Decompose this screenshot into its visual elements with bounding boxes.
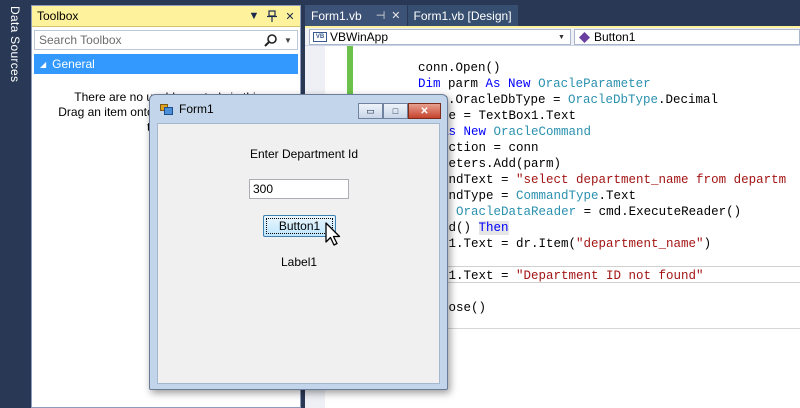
- close-button[interactable]: ✕: [408, 103, 441, 119]
- vb-project-icon: VB: [313, 32, 327, 42]
- collapse-triangle-icon[interactable]: ◢: [40, 60, 46, 69]
- mouse-pointer-icon: [325, 222, 341, 246]
- code-line: cmd As New OracleCommand: [411, 125, 592, 139]
- form1-client-area: Enter Department Id 300 Button1 Label1: [157, 123, 440, 384]
- code-line: Label1.Text = "Department ID not found": [411, 269, 704, 283]
- tab-form1-design[interactable]: Form1.vb [Design]: [407, 5, 518, 26]
- form1-titlebar[interactable]: Form1 ▭ □ ✕: [150, 95, 447, 123]
- code-line: .Value = TextBox1.Text: [411, 109, 577, 123]
- focus-rectangle: [266, 218, 333, 234]
- project-dropdown-value: VBWinApp: [330, 30, 389, 44]
- toolbox-group-label: General: [52, 57, 95, 71]
- code-line: parm.OracleDbType = OracleDbType.Decimal: [418, 93, 719, 107]
- form-icon: [160, 103, 173, 115]
- search-icon[interactable]: [264, 33, 280, 47]
- member-icon: [579, 31, 590, 43]
- code-line: r.Read() Then: [411, 221, 509, 235]
- member-dropdown[interactable]: Button1: [574, 29, 800, 45]
- dropdown-arrow-icon[interactable]: ▼: [246, 8, 262, 24]
- code-line: .Dispose(): [411, 301, 487, 315]
- data-sources-tab-label[interactable]: Data Sources: [8, 6, 22, 82]
- pin-tab-icon[interactable]: ⊣: [376, 9, 386, 22]
- code-line: CommandType = CommandType.Text: [411, 189, 637, 203]
- member-dropdown-value: Button1: [594, 30, 636, 44]
- data-sources-strip[interactable]: Data Sources: [0, 0, 31, 408]
- form1-window[interactable]: Form1 ▭ □ ✕ Enter Department Id 300 Butt…: [149, 94, 448, 390]
- toolbox-search-placeholder: Search Toolbox: [39, 33, 122, 47]
- code-line: conn.Open(): [418, 61, 501, 75]
- tab-form1-code[interactable]: Form1.vb ⊣ ✕: [305, 5, 407, 26]
- toolbox-group-general[interactable]: ◢ General: [34, 54, 298, 74]
- code-line: Connection = conn: [411, 141, 539, 155]
- window-controls: ▭ □ ✕: [358, 103, 441, 119]
- toolbox-titlebar: Toolbox ▼ ✕: [32, 6, 300, 27]
- tab-label: Form1.vb: [311, 8, 362, 23]
- code-line: If: [411, 284, 786, 300]
- toolbox-title: Toolbox: [37, 9, 79, 23]
- chevron-down-icon[interactable]: ▼: [558, 34, 570, 41]
- tab-label: Form1.vb [Design]: [413, 8, 512, 23]
- code-line: dr As OracleDataReader = cmd.ExecuteRead…: [411, 205, 742, 219]
- maximize-button[interactable]: □: [383, 103, 408, 119]
- minimize-button[interactable]: ▭: [358, 103, 383, 119]
- close-icon[interactable]: ✕: [282, 8, 298, 24]
- department-id-input[interactable]: 300: [249, 179, 349, 199]
- search-options-chevron-icon[interactable]: ▼: [284, 36, 294, 45]
- pin-icon[interactable]: [264, 8, 280, 24]
- code-line: Dim parm As New OracleParameter: [418, 77, 651, 91]
- code-line: Parameters.Add(parm): [411, 157, 562, 171]
- code-line: Label1.Text = dr.Item("department_name"): [411, 237, 712, 251]
- department-prompt-label: Enter Department Id: [250, 147, 359, 161]
- result-label: Label1: [281, 255, 318, 269]
- document-tabs: Form1.vb ⊣ ✕ Form1.vb [Design]: [305, 5, 519, 26]
- close-tab-icon[interactable]: ✕: [391, 9, 400, 22]
- code-text[interactable]: conn.Open() Dim parm As New OracleParamet…: [411, 44, 786, 348]
- toolbox-search-input[interactable]: Search Toolbox ▼: [34, 30, 298, 50]
- project-dropdown[interactable]: VB VBWinApp ▼: [309, 29, 571, 45]
- code-line: CommandText = "select department_name fr…: [411, 173, 787, 187]
